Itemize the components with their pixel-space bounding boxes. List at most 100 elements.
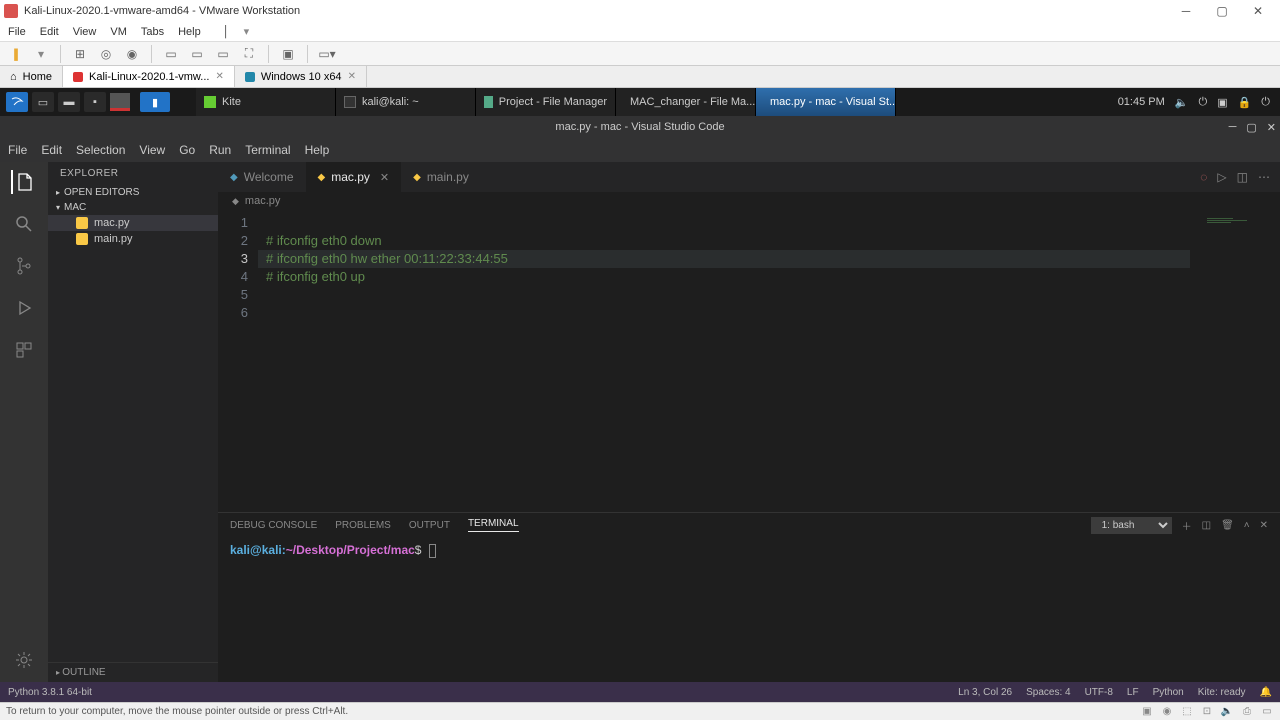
close-icon[interactable]: ✕ [1267,121,1276,134]
split-editor-icon[interactable]: ◫ [1237,170,1248,184]
device-cd-icon[interactable]: ◉ [1160,705,1174,719]
status-kite[interactable]: Kite: ready [1198,687,1246,698]
vm-menu-tabs[interactable]: Tabs [141,26,164,38]
unity-icon[interactable]: ▭ [162,45,180,63]
pause-vm-icon[interactable]: ∥ [6,45,24,63]
run-debug-icon[interactable] [12,296,36,320]
vm-menu-help[interactable]: Help [178,26,201,38]
stretched-icon[interactable]: ▭ [214,45,232,63]
terminal[interactable]: kali@kali:~/Desktop/Project/mac$ [218,537,1280,682]
panel-tab-output[interactable]: OUTPUT [409,520,450,531]
file-item-macpy[interactable]: mac.py [48,215,218,231]
kite-status-icon[interactable]: ◌ [1200,170,1207,184]
panel-tab-problems[interactable]: PROBLEMS [335,520,391,531]
vm-menu-edit[interactable]: Edit [40,26,59,38]
panel-tab-terminal[interactable]: TERMINAL [468,518,519,532]
task-terminal[interactable]: kali@kali: ~ [336,88,476,116]
status-spaces[interactable]: Spaces: 4 [1026,687,1070,698]
kali-menu-icon[interactable] [6,92,28,112]
close-panel-icon[interactable]: ✕ [1260,520,1268,531]
source-control-icon[interactable] [12,254,36,278]
vm-menu-view[interactable]: View [73,26,97,38]
menu-terminal[interactable]: Terminal [245,143,290,157]
maximize-icon[interactable]: ▢ [1246,121,1256,134]
tab-mainpy[interactable]: ◆main.py [401,162,481,192]
explorer-icon[interactable] [11,170,35,194]
tab-macpy[interactable]: ◆mac.py✕ [306,162,402,192]
menu-file[interactable]: File [8,143,27,157]
settings-gear-icon[interactable] [12,648,36,672]
menu-edit[interactable]: Edit [41,143,62,157]
device-sound-icon[interactable]: 🔈 [1220,705,1234,719]
status-eol[interactable]: LF [1127,687,1139,698]
lock-icon[interactable]: 🔒 [1238,96,1252,109]
task-vscode[interactable]: mac.py - mac - Visual St... [756,88,896,116]
menu-help[interactable]: Help [305,143,330,157]
network-icon[interactable]: ⏻ [1198,96,1207,109]
close-icon[interactable]: ✕ [348,71,356,82]
close-icon[interactable]: ✕ [215,71,223,82]
terminal-select[interactable]: 1: bash [1091,517,1172,534]
menu-go[interactable]: Go [179,143,195,157]
minimize-icon[interactable]: ─ [1229,121,1237,134]
task-kite[interactable]: Kite [196,88,336,116]
breadcrumb[interactable]: ◆ mac.py [218,192,1280,210]
send-ctrlaltdel-icon[interactable]: ⊞ [71,45,89,63]
fullscreen-icon[interactable]: ⛶ [240,45,258,63]
status-language[interactable]: Python [1153,687,1184,698]
device-network-icon[interactable]: ⬚ [1180,705,1194,719]
toolbar-dropdown-icon[interactable]: ▾ [32,45,50,63]
outline-section[interactable]: ▸ OUTLINE [48,662,218,682]
snapshot-manager-icon[interactable]: ◉ [123,45,141,63]
split-terminal-icon[interactable]: ◫ [1202,520,1211,531]
workspace-switcher-icon[interactable]: ▮ [140,92,170,112]
vm-tab-kali[interactable]: Kali-Linux-2020.1-vmw... ✕ [63,66,235,87]
panel-tab-debug[interactable]: DEBUG CONSOLE [230,520,317,531]
recording-icon[interactable] [110,93,130,111]
tab-welcome[interactable]: ◆Welcome [218,162,306,192]
more-actions-icon[interactable]: ⋯ [1258,170,1270,184]
clock[interactable]: 01:45 PM [1118,96,1165,108]
free-look-icon[interactable]: ▭▾ [318,45,336,63]
vm-menu-file[interactable]: File [8,26,26,38]
minimize-button[interactable]: ─ [1168,0,1204,22]
device-usb-icon[interactable]: ⊡ [1200,705,1214,719]
status-encoding[interactable]: UTF-8 [1085,687,1113,698]
run-icon[interactable]: ▷ [1217,170,1226,184]
device-display-icon[interactable]: ▭ [1260,705,1274,719]
new-terminal-icon[interactable]: ＋ [1182,518,1192,533]
vm-tab-windows[interactable]: Windows 10 x64 ✕ [235,66,367,87]
menu-selection[interactable]: Selection [76,143,125,157]
vm-menu-vm[interactable]: VM [110,26,127,38]
snapshot-icon[interactable]: ◎ [97,45,115,63]
device-hdd-icon[interactable]: ▣ [1140,705,1154,719]
show-desktop-icon[interactable]: ▭ [32,92,54,112]
kill-terminal-icon[interactable]: 🗑 [1221,520,1234,531]
close-icon[interactable]: ✕ [380,171,389,184]
menu-view[interactable]: View [139,143,165,157]
file-item-mainpy[interactable]: main.py [48,231,218,247]
vm-tab-home[interactable]: ⌂ Home [0,66,63,87]
code-editor[interactable]: 123456 # ifconfig eth0 down # ifconfig e… [218,210,1280,512]
open-editors-section[interactable]: ▸OPEN EDITORS [48,185,218,200]
folder-section[interactable]: ▾MAC [48,200,218,215]
extensions-icon[interactable] [12,338,36,362]
console-view-icon[interactable]: ▣ [279,45,297,63]
task-project-files[interactable]: Project - File Manager [476,88,616,116]
search-icon[interactable] [12,212,36,236]
minimap[interactable] [1200,210,1280,512]
notifications-icon[interactable]: 🔔 [1260,687,1272,698]
terminal-icon[interactable]: ▪ [84,92,106,112]
file-manager-icon[interactable]: ▬ [58,92,80,112]
status-lncol[interactable]: Ln 3, Col 26 [958,687,1012,698]
maximize-panel-icon[interactable]: ˄ [1244,520,1250,531]
maximize-button[interactable]: ▢ [1204,0,1240,22]
notification-icon[interactable]: ▣ [1217,96,1227,109]
status-python[interactable]: Python 3.8.1 64-bit [8,687,92,698]
menu-run[interactable]: Run [209,143,231,157]
code-content[interactable]: # ifconfig eth0 down # ifconfig eth0 hw … [258,210,1200,512]
task-mac-changer[interactable]: MAC_changer - File Ma... [616,88,756,116]
close-button[interactable]: ✕ [1240,0,1276,22]
volume-icon[interactable]: 🔈 [1175,96,1189,109]
thumbnail-icon[interactable]: ▭ [188,45,206,63]
